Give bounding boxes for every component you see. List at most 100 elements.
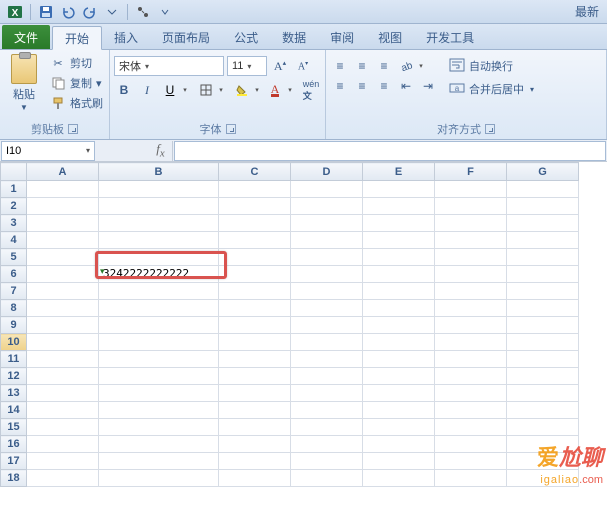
cell[interactable] (507, 368, 579, 385)
cell[interactable] (291, 215, 363, 232)
cell[interactable] (507, 317, 579, 334)
cell[interactable] (291, 232, 363, 249)
cell[interactable] (507, 334, 579, 351)
row-header[interactable]: 3 (1, 215, 27, 232)
cell[interactable] (363, 198, 435, 215)
cell[interactable] (507, 436, 579, 453)
cell[interactable] (363, 368, 435, 385)
chevron-down-icon[interactable]: ▾ (252, 80, 262, 100)
cell[interactable] (27, 436, 99, 453)
cell[interactable] (219, 317, 291, 334)
chevron-down-icon[interactable]: ▾ (145, 62, 149, 71)
cell[interactable] (219, 198, 291, 215)
wrap-text-button[interactable]: 自动换行 (444, 56, 539, 76)
cell[interactable] (99, 283, 219, 300)
cell[interactable] (27, 283, 99, 300)
cell[interactable] (507, 232, 579, 249)
cell[interactable] (219, 266, 291, 283)
row-header[interactable]: 1 (1, 181, 27, 198)
cell[interactable] (99, 351, 219, 368)
cell[interactable] (99, 181, 219, 198)
increase-font-button[interactable]: A▴ (270, 56, 290, 76)
cell[interactable] (435, 215, 507, 232)
cell[interactable] (99, 470, 219, 487)
row-header[interactable]: 9 (1, 317, 27, 334)
cell[interactable] (435, 249, 507, 266)
cell[interactable] (507, 198, 579, 215)
cell[interactable] (27, 266, 99, 283)
qat-dropdown-icon[interactable] (157, 4, 173, 20)
align-right-button[interactable]: ≡ (374, 76, 394, 96)
cell[interactable] (435, 232, 507, 249)
cell[interactable] (99, 436, 219, 453)
tab-view[interactable]: 视图 (366, 25, 414, 49)
cell[interactable] (435, 198, 507, 215)
cell[interactable] (219, 283, 291, 300)
cell[interactable] (363, 470, 435, 487)
chevron-down-icon[interactable]: ▾ (285, 80, 295, 100)
cell[interactable] (435, 317, 507, 334)
cell[interactable] (27, 300, 99, 317)
row-header[interactable]: 8 (1, 300, 27, 317)
cell[interactable] (435, 470, 507, 487)
cell[interactable] (99, 385, 219, 402)
cell[interactable] (219, 249, 291, 266)
cell[interactable] (219, 215, 291, 232)
cell[interactable] (291, 198, 363, 215)
cell[interactable] (363, 436, 435, 453)
tab-file[interactable]: 文件 (2, 25, 50, 49)
cell[interactable] (27, 453, 99, 470)
tab-home[interactable]: 开始 (52, 26, 102, 50)
cell[interactable] (99, 198, 219, 215)
col-header[interactable]: C (219, 163, 291, 181)
tab-formulas[interactable]: 公式 (222, 25, 270, 49)
cell[interactable] (435, 181, 507, 198)
cell[interactable] (435, 266, 507, 283)
cell[interactable] (291, 436, 363, 453)
cell[interactable] (291, 453, 363, 470)
row-header[interactable]: 16 (1, 436, 27, 453)
cell[interactable] (507, 181, 579, 198)
col-header[interactable]: D (291, 163, 363, 181)
cell[interactable] (363, 266, 435, 283)
cell[interactable] (219, 300, 291, 317)
cell[interactable] (291, 368, 363, 385)
chevron-down-icon[interactable]: ▼ (20, 103, 28, 112)
align-left-button[interactable]: ≡ (330, 76, 350, 96)
fx-button[interactable]: fx (149, 141, 173, 161)
cell[interactable] (27, 470, 99, 487)
cut-button[interactable]: ✂剪切 (48, 54, 105, 72)
cell[interactable] (435, 368, 507, 385)
name-box[interactable]: I10▾ (1, 141, 95, 161)
decrease-indent-button[interactable]: ⇤ (396, 76, 416, 96)
cell[interactable] (99, 317, 219, 334)
cell[interactable] (27, 232, 99, 249)
cell[interactable] (219, 453, 291, 470)
cell[interactable] (219, 351, 291, 368)
cell[interactable] (27, 368, 99, 385)
cell[interactable] (291, 283, 363, 300)
cell[interactable] (435, 453, 507, 470)
cell[interactable] (27, 419, 99, 436)
tab-review[interactable]: 审阅 (318, 25, 366, 49)
cell[interactable] (99, 402, 219, 419)
bold-button[interactable]: B (114, 80, 134, 100)
dialog-launcher-icon[interactable] (68, 124, 78, 134)
row-header[interactable]: 11 (1, 351, 27, 368)
cell[interactable] (363, 283, 435, 300)
cell[interactable] (507, 351, 579, 368)
tab-insert[interactable]: 插入 (102, 25, 150, 49)
row-header[interactable]: 13 (1, 385, 27, 402)
cell[interactable] (99, 232, 219, 249)
cell[interactable] (219, 402, 291, 419)
cell[interactable] (363, 249, 435, 266)
orientation-button[interactable]: ab▾ (396, 56, 426, 76)
row-header[interactable]: 15 (1, 419, 27, 436)
cell[interactable] (507, 283, 579, 300)
cell[interactable] (363, 419, 435, 436)
cell[interactable] (507, 249, 579, 266)
dialog-launcher-icon[interactable] (485, 124, 495, 134)
cell[interactable] (363, 232, 435, 249)
row-header-selected[interactable]: 10 (1, 334, 27, 351)
cell[interactable] (291, 402, 363, 419)
